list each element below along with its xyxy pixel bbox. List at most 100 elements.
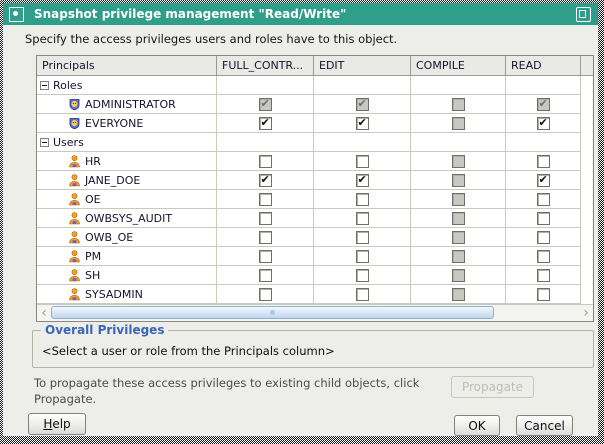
privilege-cell xyxy=(506,171,581,190)
scroll-left-icon[interactable]: ‹ xyxy=(37,305,51,321)
privilege-checkbox xyxy=(355,97,369,111)
propagate-button: Propagate xyxy=(451,376,534,398)
privileges-table: Principals FULL_CONTR... EDIT COMPILE READ R… xyxy=(36,55,594,322)
user-icon xyxy=(68,287,81,301)
column-header[interactable]: Principals xyxy=(37,56,217,75)
privilege-checkbox[interactable] xyxy=(536,287,550,301)
privilege-cell xyxy=(411,152,506,171)
privilege-checkbox[interactable] xyxy=(258,116,272,130)
column-header[interactable]: FULL_CONTR... xyxy=(217,56,314,75)
privilege-cell xyxy=(314,171,411,190)
scroll-right-icon[interactable]: › xyxy=(579,305,593,321)
user-icon xyxy=(68,230,81,244)
privilege-checkbox[interactable] xyxy=(258,268,272,282)
principal-row[interactable]: HR xyxy=(37,152,593,171)
privilege-checkbox xyxy=(451,173,465,187)
privilege-cell xyxy=(411,228,506,247)
propagate-button-label: Propagate xyxy=(461,380,524,394)
privilege-cell xyxy=(314,285,411,304)
privilege-cell xyxy=(217,152,314,171)
privilege-cell xyxy=(411,190,506,209)
privilege-checkbox[interactable] xyxy=(355,249,369,263)
user-icon xyxy=(68,154,81,168)
cancel-button[interactable]: Cancel xyxy=(516,415,573,436)
principal-row[interactable]: JANE_DOE xyxy=(37,171,593,190)
titlebar[interactable]: Snapshot privilege management "Read/Writ… xyxy=(3,3,598,25)
privilege-checkbox[interactable] xyxy=(355,173,369,187)
privilege-cell xyxy=(411,209,506,228)
privilege-checkbox[interactable] xyxy=(258,230,272,244)
privilege-checkbox xyxy=(451,116,465,130)
principal-row[interactable]: OWB_OE xyxy=(37,228,593,247)
privilege-checkbox[interactable] xyxy=(258,249,272,263)
collapse-toggle-icon[interactable] xyxy=(40,80,49,90)
privilege-cell xyxy=(411,76,506,95)
column-header[interactable]: READ xyxy=(506,56,581,75)
principal-row[interactable]: OE xyxy=(37,190,593,209)
privilege-checkbox[interactable] xyxy=(355,192,369,206)
privilege-checkbox[interactable] xyxy=(536,173,550,187)
principal-name: ADMINISTRATOR xyxy=(85,97,176,111)
ok-button[interactable]: OK xyxy=(454,415,500,436)
privilege-checkbox[interactable] xyxy=(536,249,550,263)
privilege-cell xyxy=(217,95,314,114)
principal-row[interactable]: SH xyxy=(37,266,593,285)
privilege-cell xyxy=(506,190,581,209)
user-icon xyxy=(68,173,81,187)
privilege-checkbox[interactable] xyxy=(258,211,272,225)
help-button[interactable]: Help xyxy=(28,413,86,435)
principal-row[interactable]: SYSADMIN xyxy=(37,285,593,304)
principal-row[interactable]: EVERYONE xyxy=(37,114,593,133)
scrollbar-thumb[interactable] xyxy=(51,306,494,319)
principal-name: JANE_DOE xyxy=(85,173,141,187)
privilege-checkbox[interactable] xyxy=(258,154,272,168)
privilege-checkbox[interactable] xyxy=(355,268,369,282)
collapse-toggle-icon[interactable] xyxy=(40,137,49,147)
privilege-checkbox[interactable] xyxy=(258,192,272,206)
privilege-cell xyxy=(217,76,314,95)
window-menu-icon[interactable] xyxy=(9,6,24,22)
privilege-cell xyxy=(314,133,411,152)
group-row[interactable]: Users xyxy=(37,133,593,152)
principal-row[interactable]: PM xyxy=(37,247,593,266)
privilege-checkbox[interactable] xyxy=(355,116,369,130)
privilege-checkbox[interactable] xyxy=(536,230,550,244)
privilege-cell xyxy=(506,266,581,285)
privilege-cell xyxy=(217,190,314,209)
privilege-checkbox[interactable] xyxy=(355,230,369,244)
instruction-text: Specify the access privileges users and … xyxy=(25,32,398,46)
privilege-checkbox[interactable] xyxy=(258,287,272,301)
column-header[interactable]: EDIT xyxy=(314,56,411,75)
principal-row[interactable]: ADMINISTRATOR xyxy=(37,95,593,114)
privilege-checkbox[interactable] xyxy=(355,287,369,301)
privilege-checkbox[interactable] xyxy=(258,173,272,187)
overall-privileges-message: <Select a user or role from the Principa… xyxy=(42,344,335,358)
group-row[interactable]: Roles xyxy=(37,76,593,95)
privilege-cell xyxy=(411,285,506,304)
principal-cell: Users xyxy=(37,133,217,152)
table-body: Roles ADMINISTRATOR EVERYONEUsersHR JANE_DO… xyxy=(37,76,593,304)
privilege-checkbox[interactable] xyxy=(536,268,550,282)
column-header[interactable]: COMPILE xyxy=(411,56,506,75)
propagate-note-line1: To propagate these access privileges to … xyxy=(34,376,420,390)
privilege-checkbox[interactable] xyxy=(536,211,550,225)
privilege-cell xyxy=(314,247,411,266)
privilege-checkbox[interactable] xyxy=(355,154,369,168)
privilege-checkbox xyxy=(451,154,465,168)
help-button-label: Help xyxy=(43,417,71,431)
privilege-checkbox xyxy=(451,192,465,206)
privilege-checkbox[interactable] xyxy=(355,211,369,225)
principal-cell: OWBSYS_AUDIT xyxy=(37,209,217,228)
privilege-checkbox[interactable] xyxy=(536,154,550,168)
privilege-cell xyxy=(506,76,581,95)
window-restore-icon[interactable] xyxy=(576,7,591,22)
privilege-checkbox[interactable] xyxy=(536,192,550,206)
privilege-cell xyxy=(314,209,411,228)
role-icon xyxy=(68,117,81,130)
user-icon xyxy=(68,211,81,225)
privilege-cell xyxy=(411,95,506,114)
horizontal-scrollbar[interactable]: ‹ › xyxy=(37,304,593,321)
privilege-checkbox[interactable] xyxy=(536,116,550,130)
privilege-cell xyxy=(217,114,314,133)
principal-row[interactable]: OWBSYS_AUDIT xyxy=(37,209,593,228)
